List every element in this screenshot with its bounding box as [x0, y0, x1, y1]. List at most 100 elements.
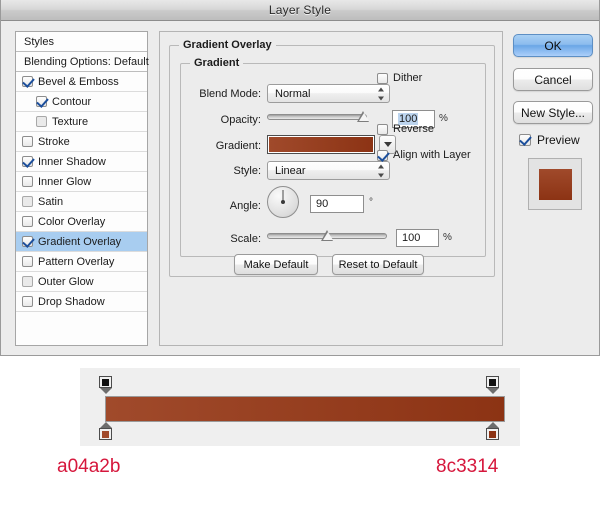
styles-list-item-label: Pattern Overlay: [38, 255, 115, 268]
styles-list-item-checkbox[interactable]: [22, 256, 33, 267]
blend-mode-label: Blend Mode:: [199, 88, 261, 100]
styles-list-item-label: Contour: [52, 95, 92, 108]
reverse-checkbox[interactable]: [377, 123, 388, 135]
opacity-stop-right[interactable]: [486, 376, 499, 394]
styles-list-item[interactable]: Stroke: [16, 132, 147, 152]
color-stop-left[interactable]: [99, 422, 112, 440]
angle-dial[interactable]: [267, 186, 299, 218]
styles-list-item-label: Texture: [52, 115, 89, 128]
make-default-button[interactable]: Make Default: [234, 254, 318, 275]
styles-list-item-checkbox[interactable]: [22, 76, 33, 87]
styles-list-item-checkbox[interactable]: [22, 136, 33, 147]
styles-list-item-checkbox[interactable]: [22, 176, 33, 187]
styles-list-item-label: Inner Shadow: [38, 155, 106, 168]
styles-list-item-checkbox[interactable]: [22, 156, 33, 167]
opacity-stop-left[interactable]: [99, 376, 112, 394]
gradient-overlay-group: Gradient Overlay Gradient Blend Mode: No…: [169, 39, 495, 277]
stepper-icon: [378, 164, 385, 177]
preview-label: Preview: [537, 133, 580, 147]
styles-list-item-label: Color Overlay: [38, 215, 106, 228]
styles-list-item[interactable]: Pattern Overlay: [16, 252, 147, 272]
styles-list-item-checkbox[interactable]: [22, 216, 33, 227]
stepper-icon: [378, 87, 385, 100]
left-hex-annotation: a04a2b: [57, 456, 121, 477]
gradient-overlay-settings: Gradient Overlay Gradient Blend Mode: No…: [159, 31, 503, 346]
styles-list-item[interactable]: Inner Shadow: [16, 152, 147, 172]
styles-list-item[interactable]: Outer Glow: [16, 272, 147, 292]
scale-input[interactable]: 100: [396, 229, 439, 247]
angle-unit: °: [369, 197, 373, 208]
new-style-button[interactable]: New Style...: [513, 101, 593, 124]
color-stop-right[interactable]: [486, 422, 499, 440]
styles-list-item-label: Styles: [24, 35, 54, 48]
opacity-unit: %: [439, 113, 448, 124]
blend-mode-select[interactable]: Normal: [267, 84, 390, 103]
styles-list-item[interactable]: Drop Shadow: [16, 292, 147, 312]
chevron-down-icon: [383, 142, 392, 147]
cancel-button[interactable]: Cancel: [513, 68, 593, 91]
scale-label: Scale:: [230, 233, 261, 245]
angle-label: Angle:: [229, 200, 261, 212]
styles-list-item[interactable]: Blending Options: Default: [16, 52, 149, 72]
layer-style-dialog: Layer Style Styles Blending Options: Defa…: [0, 0, 600, 356]
angle-center-dot: [281, 200, 285, 204]
cancel-label: Cancel: [534, 72, 572, 87]
style-label: Style:: [233, 165, 261, 177]
angle-input[interactable]: 90: [310, 195, 364, 213]
styles-list-item-checkbox[interactable]: [22, 196, 33, 207]
dither-checkbox-row[interactable]: Dither: [377, 72, 422, 84]
styles-list-item-checkbox[interactable]: [22, 276, 33, 287]
gradient-editor-bar[interactable]: [105, 396, 505, 422]
make-default-label: Make Default: [243, 258, 309, 271]
reverse-label: Reverse: [393, 123, 434, 135]
styles-list-item[interactable]: Gradient Overlay: [16, 232, 147, 252]
opacity-slider-handle[interactable]: [357, 111, 370, 122]
style-value: Linear: [275, 164, 306, 177]
reset-to-default-button[interactable]: Reset to Default: [332, 254, 424, 275]
styles-list-item-label: Blending Options: Default: [24, 55, 149, 68]
opacity-slider[interactable]: [267, 114, 367, 120]
preview-thumbnail: [528, 158, 582, 210]
styles-list-item-label: Stroke: [38, 135, 70, 148]
styles-list-item-label: Satin: [38, 195, 64, 208]
gradient-overlay-group-title: Gradient Overlay: [179, 39, 276, 51]
styles-list-item-label: Gradient Overlay: [38, 235, 122, 248]
gradient-editor-panel: [80, 368, 520, 446]
new-style-label: New Style...: [520, 105, 586, 120]
styles-list-item-label: Bevel & Emboss: [38, 75, 119, 88]
styles-list-item[interactable]: Inner Glow: [16, 172, 147, 192]
styles-list-item-checkbox[interactable]: [22, 296, 33, 307]
ok-button[interactable]: OK: [513, 34, 593, 57]
preview-checkbox[interactable]: [519, 134, 531, 146]
preview-checkbox-row[interactable]: Preview: [519, 133, 580, 147]
align-with-layer-checkbox-row[interactable]: Align with Layer: [377, 149, 471, 161]
styles-list-item[interactable]: Texture: [16, 112, 147, 132]
color-stop-left-square: [99, 428, 112, 440]
angle-value: 90: [316, 198, 329, 210]
opacity-stop-left-pointer: [99, 388, 112, 394]
scale-slider-handle[interactable]: [321, 230, 334, 241]
screenshot-root: Layer Style Styles Blending Options: Defa…: [0, 0, 600, 508]
styles-list-item-checkbox[interactable]: [36, 96, 47, 107]
dither-label: Dither: [393, 72, 423, 84]
reverse-checkbox-row[interactable]: Reverse: [377, 123, 434, 135]
styles-list-item[interactable]: Bevel & Emboss: [16, 72, 147, 92]
opacity-stop-left-square: [99, 376, 112, 388]
scale-value: 100: [402, 232, 421, 244]
styles-list-panel[interactable]: Styles Blending Options: Default Bevel & E…: [15, 31, 149, 346]
styles-list-item[interactable]: Contour: [16, 92, 147, 112]
gradient-preview-swatch[interactable]: [267, 135, 375, 154]
gradient-group-title: Gradient: [190, 57, 244, 69]
opacity-label: Opacity:: [220, 114, 261, 126]
dialog-titlebar[interactable]: Layer Style: [1, 0, 599, 21]
styles-list-item-checkbox[interactable]: [22, 236, 33, 247]
style-select[interactable]: Linear: [267, 161, 390, 180]
styles-list-item[interactable]: Satin: [16, 192, 147, 212]
right-hex-annotation: 8c3314: [436, 456, 499, 477]
styles-list-item[interactable]: Styles: [16, 32, 147, 52]
styles-list-item-checkbox[interactable]: [36, 116, 47, 127]
styles-list-item[interactable]: Color Overlay: [16, 212, 147, 232]
dither-checkbox[interactable]: [377, 72, 388, 84]
align-with-layer-checkbox[interactable]: [377, 149, 388, 161]
dialog-title: Layer Style: [268, 3, 332, 17]
